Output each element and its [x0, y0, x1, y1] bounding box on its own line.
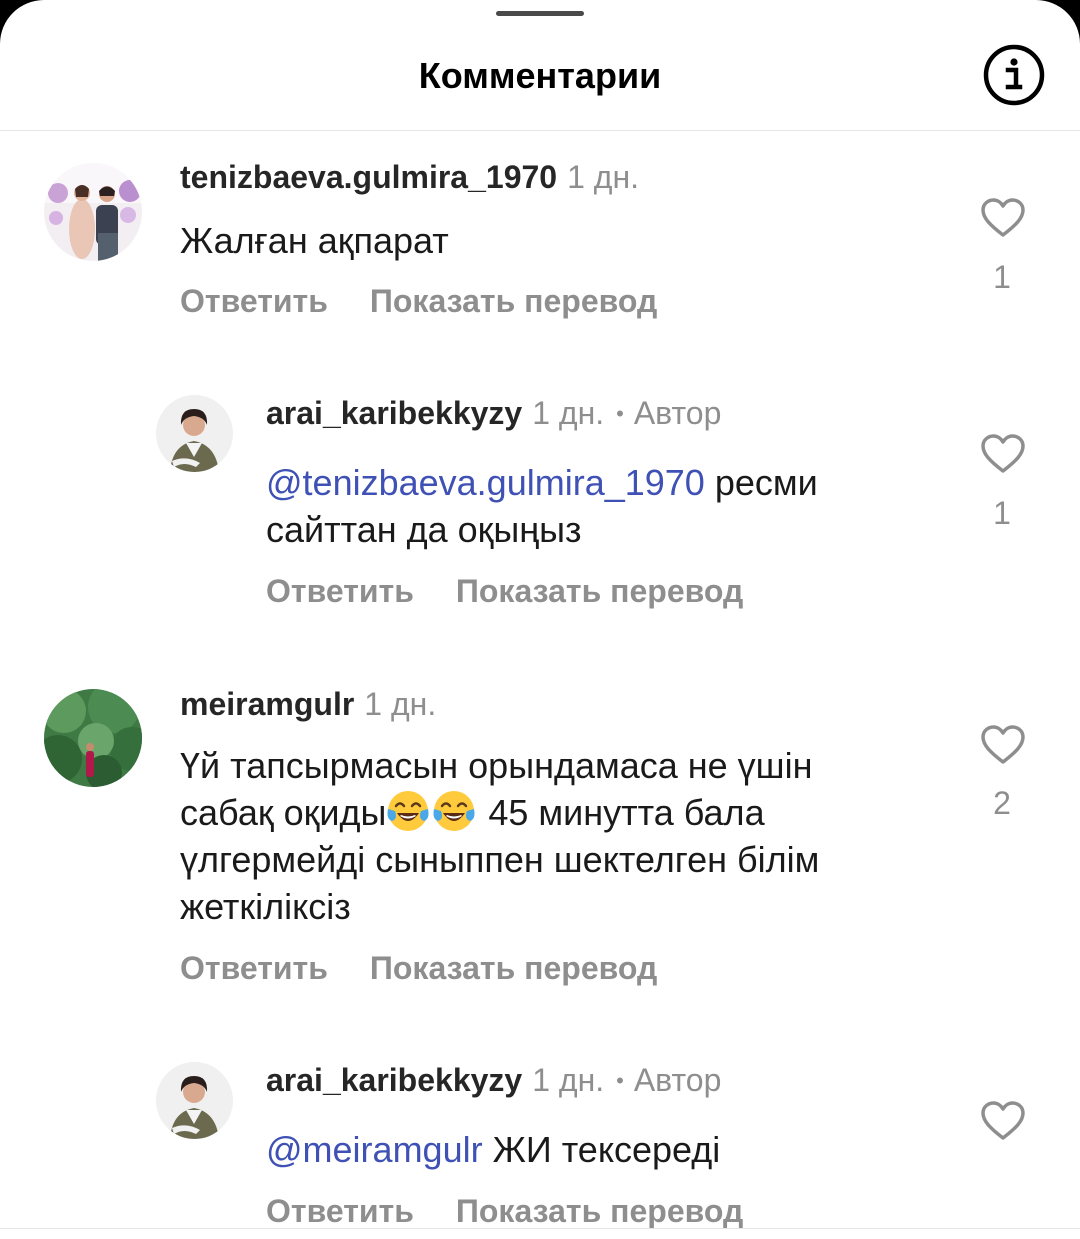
reply-button[interactable]: Ответить [266, 1193, 414, 1229]
avatar[interactable] [156, 395, 233, 472]
comment-text-line: жеткіліксіз [180, 886, 351, 927]
author-badge: Автор [633, 1062, 722, 1098]
comment-meta: meiramgulr 1 дн. [180, 684, 436, 724]
comment-text-line: Үй тапсырмасын орындамаса не үшін [180, 745, 813, 786]
mention-link[interactable]: @tenizbaeva.gulmira_1970 [266, 462, 705, 503]
comment-meta: arai_karibekkyzy 1 дн. • Автор [266, 1060, 721, 1104]
reply-button[interactable]: Ответить [180, 950, 328, 986]
comment-text-line: сайттан да оқыңыз [266, 509, 582, 550]
show-translation-button[interactable]: Показать перевод [456, 1193, 743, 1229]
mention-link[interactable]: @meiramgulr [266, 1129, 483, 1170]
timestamp: 1 дн. [567, 159, 639, 195]
comment-text: @tenizbaeva.gulmira_1970 ресми сайттан д… [266, 459, 926, 553]
avatar[interactable] [44, 689, 142, 787]
author-badge: Автор [633, 395, 722, 431]
avatar[interactable] [44, 163, 142, 261]
face-with-tears-of-joy-icon [433, 791, 475, 831]
face-with-tears-of-joy-icon [387, 791, 429, 831]
timestamp: 1 дн. [532, 1062, 605, 1098]
page-title: Комментарии [418, 55, 662, 96]
drag-handle[interactable] [496, 11, 584, 16]
username[interactable]: arai_karibekkyzy [266, 1062, 522, 1098]
heart-outline-icon[interactable] [980, 433, 1026, 475]
reply-button[interactable]: Ответить [180, 283, 328, 319]
like-count: 1 [993, 495, 1011, 531]
heart-outline-icon[interactable] [980, 1100, 1026, 1142]
comment-text-line: ЖИ тексереді [482, 1129, 721, 1170]
reply-button[interactable]: Ответить [266, 573, 414, 609]
comment-text-line: 45 минутта бала [478, 792, 765, 833]
info-icon [983, 44, 1045, 106]
username[interactable]: tenizbaeva.gulmira_1970 [180, 159, 557, 195]
username[interactable]: arai_karibekkyzy [266, 395, 522, 431]
comment-actions: Ответить Показать перевод [180, 948, 657, 988]
info-button[interactable] [982, 43, 1046, 107]
bottom-divider [0, 1228, 1080, 1229]
timestamp: 1 дн. [532, 395, 605, 431]
comment-text: Жалған ақпарат [180, 220, 449, 261]
like-count: 1 [993, 259, 1011, 295]
comment-actions: Ответить Показать перевод [266, 1191, 743, 1231]
comment-actions: Ответить Показать перевод [266, 571, 743, 611]
heart-outline-icon[interactable] [980, 724, 1026, 766]
timestamp: 1 дн. [364, 686, 437, 722]
comment-text: Үй тапсырмасын орындамаса не үшін сабақ … [180, 742, 940, 930]
comment-actions: Ответить Показать перевод [180, 281, 657, 321]
show-translation-button[interactable]: Показать перевод [456, 573, 743, 609]
header-divider [0, 130, 1080, 131]
heart-outline-icon[interactable] [980, 197, 1026, 239]
comment-meta: arai_karibekkyzy 1 дн. • Автор [266, 393, 721, 437]
comment-text-line: сабақ оқиды [180, 792, 387, 833]
comment-text-line: үлгермейді сыныппен шектелген білім [180, 839, 820, 880]
separator: • [616, 1068, 624, 1093]
show-translation-button[interactable]: Показать перевод [370, 950, 657, 986]
avatar[interactable] [156, 1062, 233, 1139]
username[interactable]: meiramgulr [180, 686, 354, 722]
show-translation-button[interactable]: Показать перевод [370, 283, 657, 319]
comment-text: @meiramgulr ЖИ тексереді [266, 1126, 926, 1173]
separator: • [616, 401, 624, 426]
comment-text-line: ресми [704, 462, 818, 503]
like-count: 2 [993, 785, 1011, 821]
comments-sheet: Комментарии tenizbaeva.gulmira_1970 1 дн… [0, 0, 1080, 1239]
comment-meta: tenizbaeva.gulmira_1970 1 дн. [180, 157, 639, 197]
